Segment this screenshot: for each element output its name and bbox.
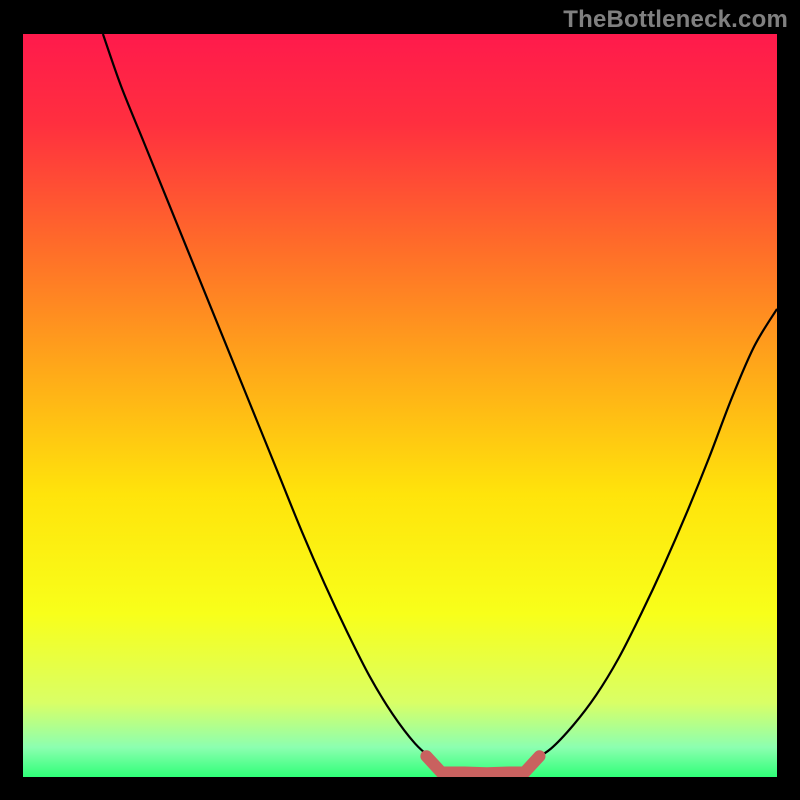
gradient-background xyxy=(23,34,777,777)
plot-area xyxy=(23,34,777,777)
chart-frame: TheBottleneck.com xyxy=(0,0,800,800)
bottleneck-chart xyxy=(23,34,777,777)
source-label: TheBottleneck.com xyxy=(563,6,788,34)
